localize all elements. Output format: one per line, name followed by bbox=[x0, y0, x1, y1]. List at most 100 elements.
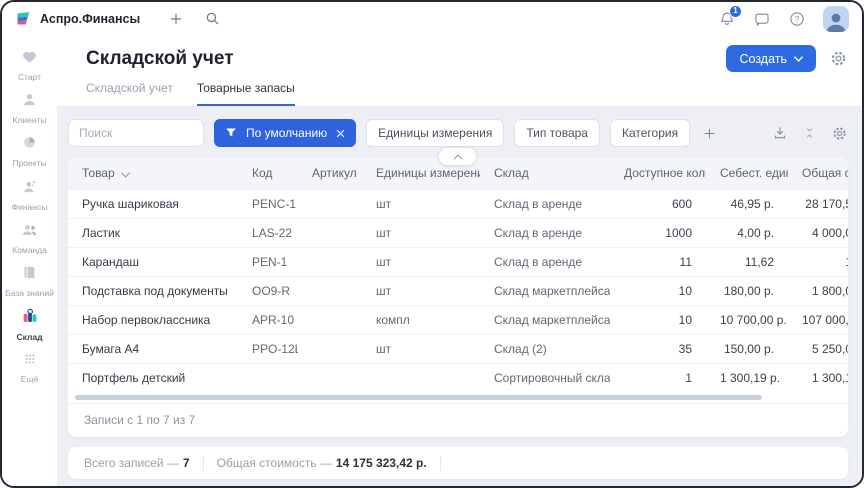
table-cell bbox=[362, 363, 480, 392]
table-cell: Склад маркетплейса bbox=[480, 305, 610, 334]
pagination-status: Записи с 1 по 7 из 7 bbox=[68, 403, 848, 437]
table-row[interactable]: Бумага А4PPO-12LштСклад (2)35150,00 р.5 … bbox=[68, 334, 848, 363]
inventory-table: ТоварКодАртикулЕдиницы измеренияСкладДос… bbox=[68, 157, 848, 392]
column-header-6[interactable]: Себест. единицы bbox=[706, 157, 788, 189]
table-cell bbox=[298, 305, 362, 334]
table-cell: 1 bbox=[610, 363, 706, 392]
table-cell: 11,62 bbox=[706, 247, 788, 276]
sidebar-item-finances[interactable]: Финансы bbox=[2, 178, 57, 212]
table-cell: компл bbox=[362, 305, 480, 334]
table-row[interactable]: Набор первоклассникаAPR-10комплСклад мар… bbox=[68, 305, 848, 334]
remove-filter-icon[interactable] bbox=[336, 129, 345, 138]
heart-icon bbox=[21, 48, 38, 70]
topbar: Аспро.Финансы 1 ? bbox=[2, 2, 862, 35]
table-row[interactable]: Подставка под документыOO9-RштСклад марк… bbox=[68, 276, 848, 305]
records-count-label: Всего записей — bbox=[84, 456, 179, 470]
table-cell: Подставка под документы bbox=[68, 276, 238, 305]
table-cell: Карандаш bbox=[68, 247, 238, 276]
app-window: Аспро.Финансы 1 ? СтартКлиентыПроект bbox=[0, 0, 864, 488]
table-scroll-area: ТоварКодАртикулЕдиницы измеренияСкладДос… bbox=[68, 157, 848, 392]
table-cell: Склад маркетплейса bbox=[480, 276, 610, 305]
page-title: Складской учет bbox=[86, 48, 234, 70]
table-row[interactable]: ЛастикLAS-22штСклад в аренде10004,00 р.4… bbox=[68, 218, 848, 247]
table-cell: 1 800,0 bbox=[788, 276, 848, 305]
sidebar-item-label: Финансы bbox=[12, 202, 48, 212]
records-count-value: 7 bbox=[183, 456, 190, 470]
page-settings-gear-icon[interactable] bbox=[829, 49, 848, 68]
user-avatar[interactable] bbox=[823, 6, 849, 32]
column-header-2[interactable]: Артикул bbox=[298, 157, 362, 189]
table-cell bbox=[298, 276, 362, 305]
search-icon[interactable] bbox=[204, 10, 221, 27]
tab-bar: Складской учет Товарные запасы bbox=[86, 81, 848, 106]
chat-icon[interactable] bbox=[753, 10, 771, 28]
summary-bar: Всего записей — 7 Общая стоимость — 14 1… bbox=[68, 447, 848, 479]
sidebar: Старт Клиенты Проекты Финансы Команда База зн… bbox=[2, 35, 57, 486]
table-cell: PPO-12L bbox=[238, 334, 298, 363]
people-icon bbox=[21, 221, 38, 243]
sidebar-item-warehouse[interactable]: Склад bbox=[2, 307, 57, 342]
column-header-1[interactable]: Код bbox=[238, 157, 298, 189]
app-name: Аспро.Финансы bbox=[40, 12, 140, 26]
table-cell: LAS-22 bbox=[238, 218, 298, 247]
table-cell: 1000 bbox=[610, 218, 706, 247]
filter-chip-2[interactable]: Категория bbox=[610, 119, 690, 147]
sidebar-item-clients[interactable]: Клиенты bbox=[2, 91, 57, 125]
active-filter-label: По умолчанию bbox=[246, 126, 327, 140]
sidebar-item-knowledge[interactable]: База знаний bbox=[2, 264, 57, 298]
horizontal-scrollbar-thumb[interactable] bbox=[75, 395, 762, 400]
help-icon[interactable]: ? bbox=[788, 10, 806, 28]
sidebar-item-label: База знаний bbox=[5, 288, 54, 298]
sidebar-item-label: Ещё bbox=[21, 374, 38, 384]
sidebar-item-projects[interactable]: Проекты bbox=[2, 134, 57, 168]
add-icon[interactable] bbox=[168, 11, 184, 27]
filter-chip-1[interactable]: Тип товара bbox=[514, 119, 600, 147]
create-button[interactable]: Создать bbox=[726, 45, 816, 72]
inventory-table-card: ТоварКодАртикулЕдиницы измеренияСкладДос… bbox=[68, 157, 848, 437]
table-cell: 35 bbox=[610, 334, 706, 363]
sidebar-item-label: Проекты bbox=[12, 158, 46, 168]
dots-grid-icon bbox=[22, 351, 38, 372]
add-filter-icon[interactable] bbox=[702, 126, 717, 141]
column-header-5[interactable]: Доступное кол-во bbox=[610, 157, 706, 189]
collapse-rows-icon[interactable] bbox=[803, 126, 816, 140]
table-settings-gear-icon[interactable] bbox=[831, 125, 848, 142]
sidebar-item-label: Склад bbox=[16, 332, 42, 342]
table-cell: 1 bbox=[788, 247, 848, 276]
filter-toolbar: По умолчанию Единицы измерения Тип товара… bbox=[68, 119, 848, 147]
sidebar-item-start[interactable]: Старт bbox=[2, 48, 57, 82]
tab-1[interactable]: Товарные запасы bbox=[197, 81, 295, 106]
table-cell: 180,00 р. bbox=[706, 276, 788, 305]
divider bbox=[440, 456, 441, 471]
column-header-4[interactable]: Склад bbox=[480, 157, 610, 189]
sidebar-item-label: Команда bbox=[12, 245, 47, 255]
sidebar-item-more[interactable]: Ещё bbox=[2, 351, 57, 384]
warehouse-bars-icon bbox=[21, 307, 39, 330]
filter-chip-0[interactable]: Единицы измерения bbox=[366, 119, 504, 147]
column-header-0[interactable]: Товар bbox=[68, 157, 238, 189]
notifications-bell-icon[interactable]: 1 bbox=[718, 10, 736, 28]
search-input[interactable] bbox=[68, 119, 204, 147]
table-cell: Склад в аренде bbox=[480, 189, 610, 218]
sidebar-item-team[interactable]: Команда bbox=[2, 221, 57, 255]
table-cell: 10 700,00 р. bbox=[706, 305, 788, 334]
total-cost-value: 14 175 323,42 р. bbox=[336, 456, 427, 470]
table-row[interactable]: КарандашPEN-1штСклад в аренде1111,621 bbox=[68, 247, 848, 276]
total-cost-label: Общая стоимость — bbox=[217, 456, 332, 470]
export-download-icon[interactable] bbox=[772, 125, 788, 141]
tab-0[interactable]: Складской учет bbox=[86, 81, 173, 106]
column-header-7[interactable]: Общая стоим bbox=[788, 157, 848, 189]
table-row[interactable]: Ручка шариковаяPENC-1штСклад в аренде600… bbox=[68, 189, 848, 218]
table-cell: 11 bbox=[610, 247, 706, 276]
table-cell: PENC-1 bbox=[238, 189, 298, 218]
active-filter-button[interactable]: По умолчанию bbox=[214, 119, 356, 147]
collapse-filter-pill[interactable] bbox=[439, 148, 476, 165]
app-brand[interactable]: Аспро.Финансы bbox=[15, 10, 140, 27]
chevron-up-icon bbox=[453, 154, 463, 160]
table-cell: 5 250,0 bbox=[788, 334, 848, 363]
table-row[interactable]: Портфель детскийСортировочный склад11 30… bbox=[68, 363, 848, 392]
table-cell: шт bbox=[362, 218, 480, 247]
table-cell: 107 000,0 bbox=[788, 305, 848, 334]
pie-icon bbox=[21, 134, 38, 156]
table-cell: Склад (2) bbox=[480, 334, 610, 363]
